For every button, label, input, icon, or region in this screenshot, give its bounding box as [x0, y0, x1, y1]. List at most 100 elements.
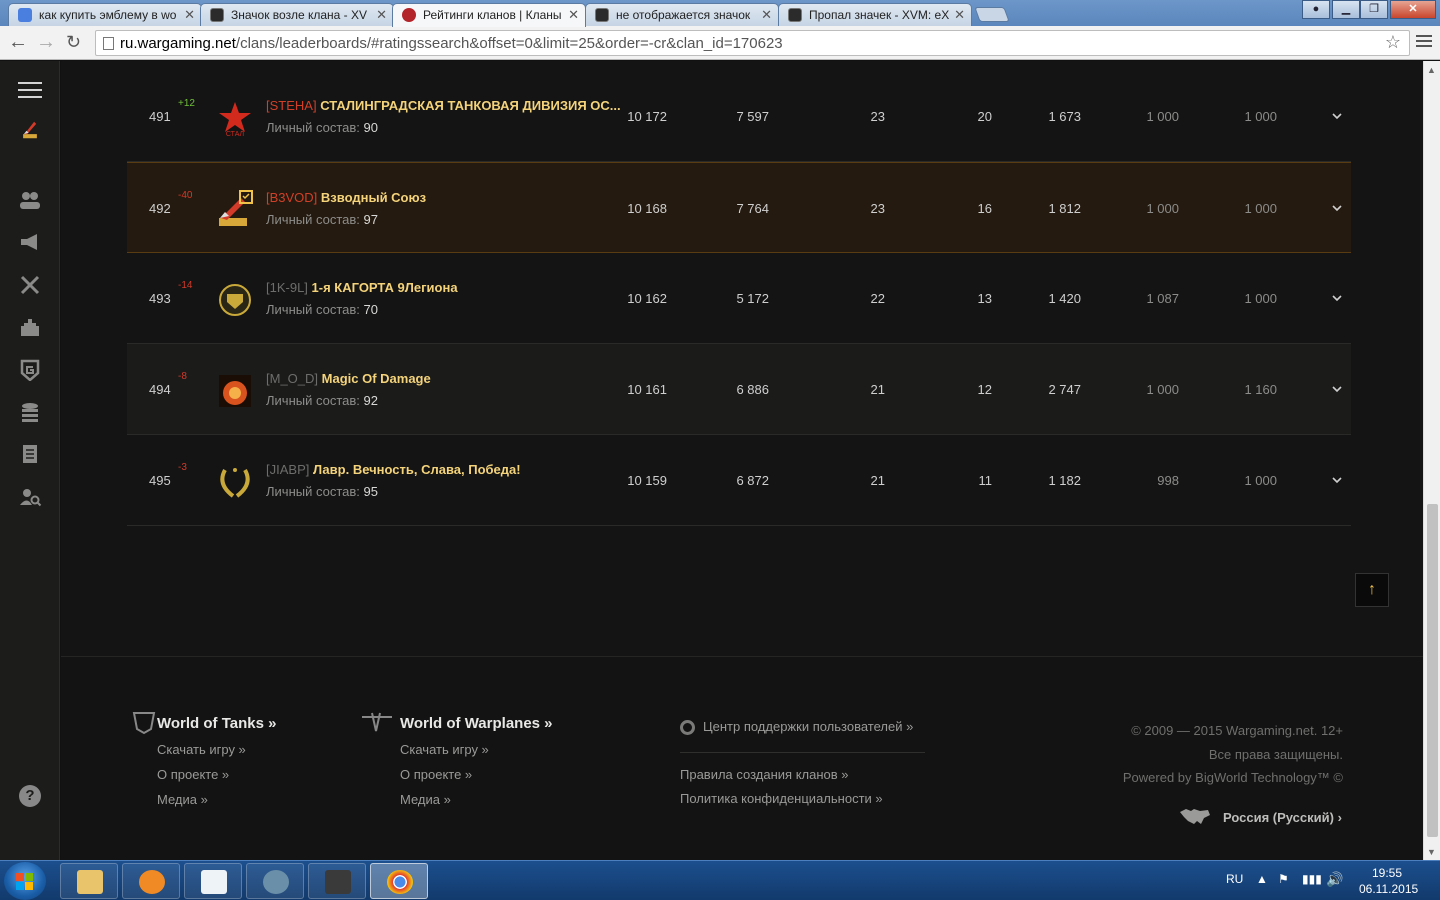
close-window-button[interactable]: ✕ [1390, 0, 1436, 19]
megaphone-icon[interactable] [18, 231, 42, 253]
tab-close-icon[interactable]: ✕ [568, 7, 579, 23]
clan-ratings-table: 491 +12 СТАЛ [STEHA] СТАЛИНГРАДСКАЯ ТАНКОВА… [127, 71, 1351, 526]
privacy-policy-link[interactable]: Политика конфиденциальности » [680, 791, 883, 806]
tab-close-icon[interactable]: ✕ [761, 7, 772, 23]
taskbar-wot-launcher[interactable] [246, 863, 304, 899]
clock-date[interactable]: 06.11.2015 [1359, 882, 1418, 896]
tab-close-icon[interactable]: ✕ [376, 7, 387, 23]
clan-name-link[interactable]: [B3VOD] Взводный Союз [266, 190, 426, 205]
fortress-icon[interactable] [18, 316, 42, 338]
browser-tab-5[interactable]: Пропал значек - XVM: eX ✕ [778, 3, 972, 26]
footer-wot-about[interactable]: О проекте » [145, 767, 276, 782]
footer-wot-media[interactable]: Медиа » [145, 792, 276, 807]
browser-tab-1[interactable]: как купить эмблему в wo ✕ [8, 3, 202, 26]
scroll-to-top-button[interactable]: ↑ [1355, 573, 1389, 607]
footer-wowp-download[interactable]: Скачать игру » [388, 742, 553, 757]
taskbar-media-player[interactable] [122, 863, 180, 899]
chevron-down-icon[interactable] [1330, 473, 1344, 487]
chevron-down-icon[interactable] [1330, 201, 1344, 215]
action-center-flag-icon[interactable]: ⚑ [1278, 872, 1289, 886]
clan-emblem[interactable] [215, 462, 255, 502]
chevron-down-icon[interactable] [1330, 109, 1344, 123]
clock-time[interactable]: 19:55 [1372, 866, 1402, 880]
reload-icon[interactable]: ↻ [66, 31, 81, 53]
new-tab-button[interactable] [974, 7, 1010, 22]
clan-tag: [STEHA] [266, 98, 317, 113]
clan-emblem[interactable] [215, 280, 255, 320]
chevron-down-icon[interactable] [1330, 382, 1344, 396]
clan-name-link[interactable]: [JIABP] Лавр. Вечность, Слава, Победа! [266, 462, 521, 477]
hamburger-menu-icon[interactable] [18, 77, 42, 103]
stat-c2: 6 872 [736, 473, 769, 488]
gear-icon [680, 720, 695, 735]
minimize-button[interactable]: ▁ [1332, 0, 1360, 19]
search-clan-icon[interactable] [18, 486, 42, 508]
help-icon[interactable]: ? [19, 785, 41, 807]
browser-tab-2[interactable]: Значок возле клана - XV ✕ [200, 3, 394, 26]
tab-close-icon[interactable]: ✕ [184, 7, 195, 23]
table-row[interactable]: 494 -8 [M_O_D] Magic Of Damage Личный соста… [127, 344, 1351, 435]
maximize-button[interactable]: ❐ [1360, 0, 1388, 19]
table-row[interactable]: 491 +12 СТАЛ [STEHA] СТАЛИНГРАДСКАЯ ТАНКОВА… [127, 71, 1351, 162]
show-hidden-icons[interactable]: ▲ [1256, 872, 1268, 886]
taskbar-notepad[interactable] [184, 863, 242, 899]
clan-emblem[interactable] [215, 371, 255, 411]
scrollbar-thumb[interactable] [1427, 504, 1438, 837]
rank-change: -3 [178, 462, 187, 473]
xvm-icon [210, 8, 224, 22]
shield-g-icon[interactable] [18, 359, 42, 382]
members-icon[interactable] [18, 189, 42, 211]
footer-wot-download[interactable]: Скачать игру » [145, 742, 276, 757]
clan-rules-link[interactable]: Правила создания кланов » [680, 767, 849, 782]
clan-emblem[interactable] [215, 190, 255, 230]
powered-by-text: Powered by BigWorld Technology™ © [1122, 770, 1343, 785]
coins-icon[interactable] [18, 401, 42, 423]
taskbar-explorer[interactable] [60, 863, 118, 899]
rank-change: -14 [178, 280, 193, 291]
browser-tab-3-active[interactable]: Рейтинги кланов | Кланы ✕ [392, 3, 586, 27]
rank-change: -8 [178, 371, 187, 382]
stat-c4: 12 [977, 382, 992, 397]
network-signal-icon[interactable]: ▮▮▮ [1302, 872, 1322, 886]
browser-tab-4[interactable]: не отображается значок ✕ [585, 3, 779, 26]
table-row-own-clan[interactable]: 492 -40 [B3VOD] Взводный Союз Личный состав… [127, 162, 1351, 253]
footer-wowp-media[interactable]: Медиа » [388, 792, 553, 807]
input-language[interactable]: RU [1226, 872, 1243, 886]
user-profile-button[interactable]: ● [1302, 0, 1330, 19]
screen: { "browser": { "tabs": [ {"title": "как … [0, 0, 1440, 900]
clan-name-link[interactable]: [M_O_D] Magic Of Damage [266, 371, 431, 386]
clan-emblem[interactable]: СТАЛ [215, 98, 255, 138]
scroll-down-arrow-icon[interactable]: ▼ [1427, 847, 1436, 857]
document-icon[interactable] [18, 443, 42, 465]
address-bar[interactable]: ru.wargaming.net/clans/leaderboards/#rat… [95, 30, 1410, 56]
clan-name-link[interactable]: [STEHA] СТАЛИНГРАДСКАЯ ТАНКОВАЯ ДИВИЗИЯ … [266, 98, 621, 113]
members-label: Личный состав: [266, 393, 360, 408]
language-selector[interactable]: Россия (Русский) › [1178, 809, 1342, 825]
footer-wowp-link[interactable]: World of Warplanes » [362, 712, 553, 732]
page-scrollbar[interactable]: ▲ ▼ [1423, 61, 1440, 860]
taskbar-world-of-tanks[interactable] [308, 863, 366, 899]
footer-wot-link[interactable]: World of Tanks » [132, 712, 276, 735]
back-arrow-icon[interactable]: ← [8, 31, 28, 53]
forward-arrow-icon[interactable]: → [36, 31, 56, 53]
volume-icon[interactable]: 🔊 [1326, 871, 1343, 888]
support-center-link[interactable]: Центр поддержки пользователей » [680, 719, 925, 753]
footer-wowp-about[interactable]: О проекте » [388, 767, 553, 782]
crossed-swords-icon[interactable] [18, 274, 42, 296]
stat-c7: 1 000 [1244, 473, 1277, 488]
chrome-icon [387, 870, 413, 894]
bookmark-star-icon[interactable]: ☆ [1385, 32, 1401, 53]
stat-c3: 23 [870, 109, 885, 124]
scroll-up-arrow-icon[interactable]: ▲ [1427, 65, 1436, 75]
clan-emblem-icon[interactable] [18, 119, 42, 151]
clan-name-link[interactable]: [1K-9L] 1-я КАГОРТА 9Легиона [266, 280, 458, 295]
taskbar-chrome[interactable] [370, 863, 428, 899]
table-row[interactable]: 495 -3 [JIABP] Лавр. Вечность, Слава, Побе… [127, 435, 1351, 526]
rank-change: -40 [178, 190, 193, 201]
browser-menu-icon[interactable] [1416, 32, 1432, 50]
tab-close-icon[interactable]: ✕ [954, 7, 965, 23]
start-button[interactable] [4, 862, 46, 900]
chevron-down-icon[interactable] [1330, 291, 1344, 305]
table-row[interactable]: 493 -14 [1K-9L] 1-я КАГОРТА 9Легиона Личный… [127, 253, 1351, 344]
clan-name: Взводный Союз [320, 190, 427, 205]
